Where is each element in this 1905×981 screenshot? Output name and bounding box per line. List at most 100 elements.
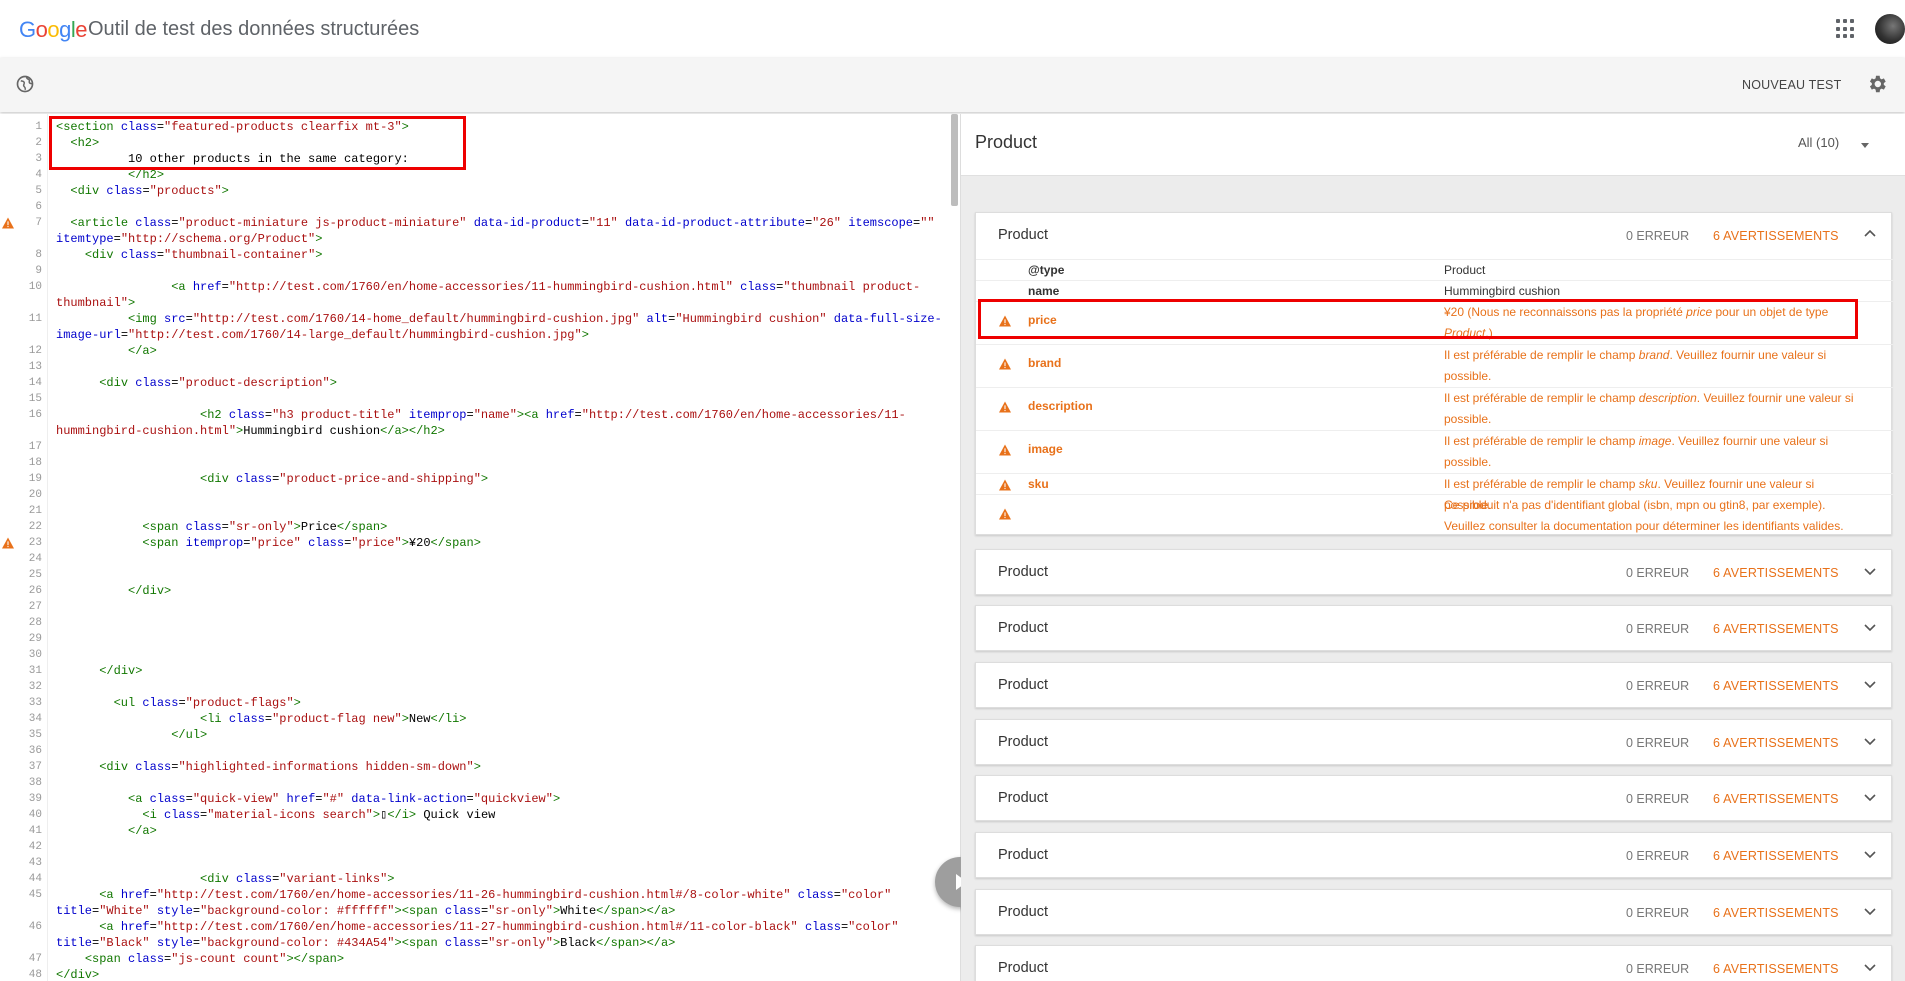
- chevron-down-icon[interactable]: [1864, 734, 1876, 746]
- code-line[interactable]: 47 <span class="js-count count"></span>: [0, 951, 956, 967]
- code-line[interactable]: hummingbird-cushion.html">Hummingbird cu…: [0, 423, 956, 439]
- filter-dropdown[interactable]: All (10): [1798, 135, 1839, 150]
- code-line[interactable]: 20: [0, 487, 956, 503]
- card-header[interactable]: Product 0 ERREUR 6 AVERTISSEMENTS: [976, 606, 1891, 652]
- code-line[interactable]: itemtype="http://schema.org/Product">: [0, 231, 956, 247]
- code-line[interactable]: 9: [0, 263, 956, 279]
- chevron-down-icon[interactable]: [1864, 677, 1876, 689]
- property-row[interactable]: sku Il est préférable de remplir le champ…: [976, 473, 1893, 512]
- code-line[interactable]: 23 <span itemprop="price" class="price">…: [0, 535, 956, 551]
- code-line[interactable]: 43: [0, 855, 956, 871]
- code-line[interactable]: 17: [0, 439, 956, 455]
- chevron-up-icon[interactable]: [1864, 227, 1876, 239]
- code-line[interactable]: 46 <a href="http://test.com/1760/en/home…: [0, 919, 956, 935]
- code-line[interactable]: 39 <a class="quick-view" href="#" data-l…: [0, 791, 956, 807]
- property-row[interactable]: brand Il est préférable de remplir le cha…: [976, 344, 1893, 387]
- code-line[interactable]: 40 <i class="material-icons search">▯</i…: [0, 807, 956, 823]
- code-line[interactable]: 42: [0, 839, 956, 855]
- globe-icon[interactable]: [15, 74, 35, 94]
- chevron-down-icon[interactable]: [1864, 960, 1876, 972]
- google-logo[interactable]: Google: [19, 17, 88, 43]
- code-line[interactable]: 31 </div>: [0, 663, 956, 679]
- chevron-down-icon[interactable]: [1864, 790, 1876, 802]
- code-line[interactable]: 21: [0, 503, 956, 519]
- code-line[interactable]: 36: [0, 743, 956, 759]
- code-line[interactable]: 30: [0, 647, 956, 663]
- code-line[interactable]: 41 </a>: [0, 823, 956, 839]
- card-header[interactable]: Product 0 ERREUR 6 AVERTISSEMENTS: [976, 776, 1891, 822]
- code-line[interactable]: 4 </h2>: [0, 167, 956, 183]
- card-header[interactable]: Product 0 ERREUR 6 AVERTISSEMENTS: [976, 213, 1891, 259]
- code-line[interactable]: 25: [0, 567, 956, 583]
- chevron-down-icon[interactable]: [1864, 564, 1876, 576]
- code-line[interactable]: 37 <div class="highlighted-informations …: [0, 759, 956, 775]
- code-line[interactable]: 1 <section class="featured-products clear…: [0, 119, 956, 135]
- code-line[interactable]: thumbnail">: [0, 295, 956, 311]
- property-row[interactable]: name Hummingbird cushion: [976, 280, 1893, 301]
- property-row[interactable]: description Il est préférable de remplir …: [976, 387, 1893, 430]
- warning-icon[interactable]: [1, 217, 15, 229]
- code-line[interactable]: 33 <ul class="product-flags">: [0, 695, 956, 711]
- code-line[interactable]: 5 <div class="products">: [0, 183, 956, 199]
- apps-grid-icon[interactable]: [1836, 19, 1856, 39]
- gear-icon[interactable]: [1866, 73, 1888, 95]
- code-line[interactable]: 18: [0, 455, 956, 471]
- chevron-down-icon[interactable]: [1864, 847, 1876, 859]
- code-editor[interactable]: 1 <section class="featured-products clear…: [0, 114, 960, 981]
- code-line[interactable]: 34 <li class="product-flag new">New</li>: [0, 711, 956, 727]
- editor-scrollbar[interactable]: [951, 114, 958, 206]
- avatar[interactable]: [1875, 14, 1905, 44]
- code-line[interactable]: 22 <span class="sr-only">Price</span>: [0, 519, 956, 535]
- product-card[interactable]: Product 0 ERREUR 6 AVERTISSEMENTS: [975, 719, 1892, 765]
- property-row[interactable]: Ce produit n'a pas d'identifiant global …: [976, 494, 1893, 539]
- code-line[interactable]: 32: [0, 679, 956, 695]
- card-header[interactable]: Product 0 ERREUR 6 AVERTISSEMENTS: [976, 946, 1891, 981]
- property-row[interactable]: image Il est préférable de remplir le cha…: [976, 430, 1893, 473]
- code-line[interactable]: 16 <h2 class="h3 product-title" itemprop…: [0, 407, 956, 423]
- code-line[interactable]: 6: [0, 199, 956, 215]
- code-line[interactable]: 44 <div class="variant-links">: [0, 871, 956, 887]
- card-header[interactable]: Product 0 ERREUR 6 AVERTISSEMENTS: [976, 550, 1891, 596]
- code-line[interactable]: 7 <article class="product-miniature js-p…: [0, 215, 956, 231]
- code-line[interactable]: 29: [0, 631, 956, 647]
- chevron-down-icon[interactable]: [1864, 620, 1876, 632]
- code-line[interactable]: 10 <a href="http://test.com/1760/en/home…: [0, 279, 956, 295]
- card-header[interactable]: Product 0 ERREUR 6 AVERTISSEMENTS: [976, 720, 1891, 766]
- warning-icon[interactable]: [1, 537, 15, 549]
- code-line[interactable]: 14 <div class="product-description">: [0, 375, 956, 391]
- product-card[interactable]: Product 0 ERREUR 6 AVERTISSEMENTS: [975, 662, 1892, 708]
- code-line[interactable]: 2 <h2>: [0, 135, 956, 151]
- product-card[interactable]: Product 0 ERREUR 6 AVERTISSEMENTS: [975, 832, 1892, 878]
- product-card[interactable]: Product 0 ERREUR 6 AVERTISSEMENTS: [975, 605, 1892, 651]
- product-card[interactable]: Product 0 ERREUR 6 AVERTISSEMENTS: [975, 549, 1892, 595]
- code-line[interactable]: 45 <a href="http://test.com/1760/en/home…: [0, 887, 956, 903]
- property-row[interactable]: price ¥20 (Nous ne reconnaissons pas la p…: [976, 301, 1893, 344]
- code-line[interactable]: 13: [0, 359, 956, 375]
- code-line[interactable]: 27: [0, 599, 956, 615]
- card-header[interactable]: Product 0 ERREUR 6 AVERTISSEMENTS: [976, 833, 1891, 879]
- code-line[interactable]: image-url="http://test.com/1760/14-large…: [0, 327, 956, 343]
- chevron-down-icon[interactable]: [1864, 904, 1876, 916]
- product-card[interactable]: Product 0 ERREUR 6 AVERTISSEMENTS: [975, 889, 1892, 935]
- code-line[interactable]: 38: [0, 775, 956, 791]
- product-card[interactable]: Product 0 ERREUR 6 AVERTISSEMENTS: [975, 775, 1892, 821]
- code-line[interactable]: 3 10 other products in the same category…: [0, 151, 956, 167]
- card-header[interactable]: Product 0 ERREUR 6 AVERTISSEMENTS: [976, 890, 1891, 936]
- chevron-down-icon[interactable]: [1861, 143, 1869, 148]
- product-card[interactable]: Product 0 ERREUR 6 AVERTISSEMENTS: [975, 945, 1892, 981]
- code-line[interactable]: 11 <img src="http://test.com/1760/14-hom…: [0, 311, 956, 327]
- code-line[interactable]: 35 </ul>: [0, 727, 956, 743]
- code-line[interactable]: 19 <div class="product-price-and-shippin…: [0, 471, 956, 487]
- code-line[interactable]: title="Black" style="background-color: #…: [0, 935, 956, 951]
- card-header[interactable]: Product 0 ERREUR 6 AVERTISSEMENTS: [976, 663, 1891, 709]
- code-line[interactable]: 24: [0, 551, 956, 567]
- code-line[interactable]: 48 </div>: [0, 967, 956, 981]
- code-line[interactable]: 12 </a>: [0, 343, 956, 359]
- code-line[interactable]: 8 <div class="thumbnail-container">: [0, 247, 956, 263]
- code-line[interactable]: 28: [0, 615, 956, 631]
- code-line[interactable]: 26 </div>: [0, 583, 956, 599]
- code-line[interactable]: 15: [0, 391, 956, 407]
- new-test-button[interactable]: NOUVEAU TEST: [1742, 78, 1841, 92]
- code-line[interactable]: title="White" style="background-color: #…: [0, 903, 956, 919]
- property-row[interactable]: @type Product: [976, 259, 1893, 280]
